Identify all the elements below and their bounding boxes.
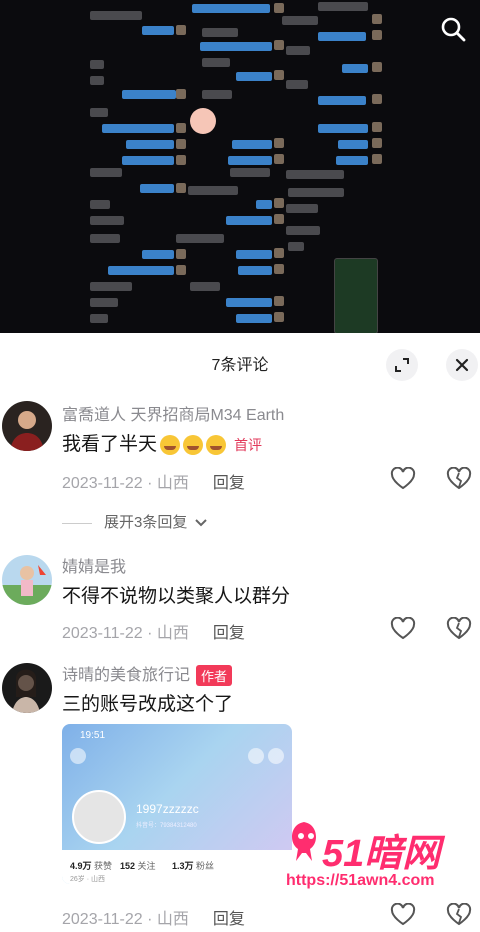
watermark-title: 51暗网 <box>322 833 441 875</box>
watermark-url: https://51awn4.com <box>286 872 435 889</box>
comment-date: 2023-11-22 <box>62 911 143 928</box>
comment-date: 2023-11-22 <box>62 475 143 492</box>
comment-date: 2023-11-22 <box>62 625 143 642</box>
user-avatar[interactable] <box>2 663 52 713</box>
watermark-logo-icon <box>292 822 316 861</box>
like-icon[interactable] <box>390 616 416 641</box>
expand-replies-button[interactable]: 展开3条回复 <box>62 511 208 532</box>
search-icon <box>248 748 264 764</box>
watermark: 51暗网 https://51awn4.com <box>286 816 476 896</box>
search-icon[interactable] <box>440 16 466 42</box>
followers-value: 1.3万 <box>172 861 194 871</box>
expand-icon <box>395 358 409 372</box>
sticker-image <box>190 108 216 134</box>
comment-text-content: 我看了半天 <box>62 434 158 455</box>
chat-screenshot-video[interactable] <box>0 0 480 333</box>
comment-location: 山西 <box>156 911 189 928</box>
followers-label: 粉丝 <box>196 861 215 871</box>
first-comment-badge: 首评 <box>234 436 263 453</box>
dislike-icon[interactable] <box>446 466 472 491</box>
comment-username-text: 诗晴的美食旅行记 <box>62 667 191 684</box>
user-avatar[interactable] <box>2 555 52 605</box>
reply-button[interactable]: 回复 <box>213 625 245 642</box>
divider-line <box>62 522 92 524</box>
dislike-icon[interactable] <box>446 616 472 641</box>
comment-username[interactable]: 富喬道人 天界招商局M34 Earth <box>62 401 284 425</box>
reply-button[interactable]: 回复 <box>213 911 245 928</box>
comment-meta: 2023-11-22 · 山西 回复 <box>62 475 245 492</box>
expand-replies-label: 展开3条回复 <box>104 514 188 531</box>
close-button[interactable] <box>446 349 478 381</box>
user-avatar[interactable] <box>2 401 52 451</box>
following-value: 152 <box>120 861 136 871</box>
chevron-down-icon <box>194 519 207 527</box>
back-icon <box>70 748 86 764</box>
comment-location: 山西 <box>156 475 189 492</box>
laughing-emoji-icon <box>160 434 181 455</box>
fullscreen-button[interactable] <box>386 349 418 381</box>
laughing-emoji-icon <box>183 434 204 455</box>
comment-attached-image[interactable]: 19:51 1997zzzzzc 抖音号：79384312480 4.9万 获赞… <box>62 724 292 884</box>
comment-username[interactable]: 诗晴的美食旅行记 作者 <box>62 661 233 687</box>
profile-name: 1997zzzzzc <box>136 802 199 816</box>
laughing-emoji-icon <box>206 434 227 455</box>
comment-text: 我看了半天 首评 <box>62 429 262 456</box>
like-icon[interactable] <box>390 466 416 491</box>
comment-text: 不得不说物以类聚人以群分 <box>62 586 291 607</box>
reply-button[interactable]: 回复 <box>213 475 245 492</box>
phone-thumbnail-image <box>334 258 378 333</box>
following-label: 关注 <box>137 861 156 871</box>
profile-stats: 4.9万 获赞 152 关注 1.3万 粉丝 26岁 · 山西 <box>62 850 292 884</box>
more-icon <box>268 748 284 764</box>
likes-label: 获赞 <box>94 861 113 871</box>
close-icon <box>455 358 469 372</box>
author-badge: 作者 <box>196 665 233 687</box>
comment-location: 山西 <box>156 625 189 642</box>
comment-text: 三的账号改成这个了 <box>62 694 234 715</box>
like-icon[interactable] <box>390 902 416 927</box>
profile-id: 抖音号：79384312480 <box>136 823 197 829</box>
likes-value: 4.9万 <box>70 861 92 871</box>
comment-meta: 2023-11-22 · 山西 回复 <box>62 911 245 928</box>
screenshot-time: 19:51 <box>80 730 106 741</box>
comment-meta: 2023-11-22 · 山西 回复 <box>62 625 245 642</box>
profile-avatar <box>72 790 126 844</box>
dislike-icon[interactable] <box>446 902 472 927</box>
profile-extra: 26岁 · 山西 <box>70 876 106 883</box>
comment-username[interactable]: 婧婧是我 <box>62 553 126 577</box>
